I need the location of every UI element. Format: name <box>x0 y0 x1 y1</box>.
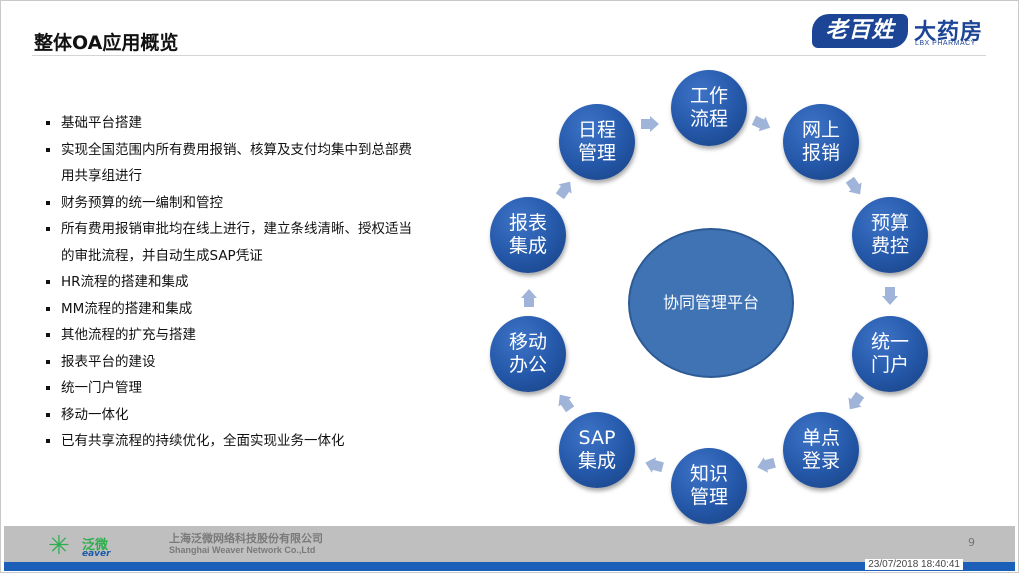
node-label: 统一 门户 <box>870 331 909 376</box>
footer-accent-bar <box>4 562 1015 571</box>
node-report-integration: 报表 集成 <box>490 197 566 273</box>
node-work-flow: 工作 流程 <box>671 70 747 146</box>
weaver-logo-en: eaver <box>82 549 111 559</box>
node-single-signon: 单点 登录 <box>783 412 859 488</box>
node-label: 知识 管理 <box>689 463 728 508</box>
node-label: 工作 流程 <box>689 85 728 130</box>
node-budget-control: 预算 费控 <box>852 197 928 273</box>
node-label: 移动 办公 <box>508 331 547 376</box>
page-number: 9 <box>968 536 975 549</box>
flow-arrow-icon <box>553 390 576 414</box>
flow-arrow-icon <box>843 390 866 414</box>
flow-arrow-icon <box>882 287 898 305</box>
node-label: 网上 报销 <box>801 119 840 164</box>
flow-arrow-icon <box>641 116 659 132</box>
node-online-reimburse: 网上 报销 <box>783 104 859 180</box>
node-label: 日程 管理 <box>577 119 616 164</box>
node-unified-portal: 统一 门户 <box>852 316 928 392</box>
timestamp: 23/07/2018 18:40:41 <box>865 559 963 570</box>
node-label: 报表 集成 <box>508 212 547 257</box>
node-schedule-mgmt: 日程 管理 <box>559 104 635 180</box>
node-label: 预算 费控 <box>870 212 909 257</box>
slide-footer: ✳ 泛微 eaver 上海泛微网络科技股份有限公司 Shanghai Weave… <box>4 526 1015 562</box>
company-name-cn: 上海泛微网络科技股份有限公司 <box>169 532 323 545</box>
flow-arrow-icon <box>843 175 866 199</box>
company-name-en: Shanghai Weaver Network Co.,Ltd <box>169 545 316 555</box>
node-label: SAP 集成 <box>577 427 616 472</box>
weaver-logo: ✳ 泛微 eaver <box>48 532 128 560</box>
center-label: 协同管理平台 <box>662 293 759 312</box>
flow-arrow-icon <box>750 113 773 135</box>
flow-arrow-icon <box>643 455 665 475</box>
node-sap-integration: SAP 集成 <box>559 412 635 488</box>
center-circle: 协同管理平台 <box>628 228 794 378</box>
weaver-star-icon: ✳ <box>48 531 70 561</box>
collaboration-platform-diagram: 协同管理平台 工作 流程 网上 报销 预算 费控 统一 门户 单点 登录 知识 … <box>0 0 1019 573</box>
node-label: 单点 登录 <box>801 427 840 472</box>
node-mobile-office: 移动 办公 <box>490 316 566 392</box>
flow-arrow-icon <box>755 455 777 475</box>
flow-arrow-icon <box>553 177 576 201</box>
flow-arrow-icon <box>521 289 537 307</box>
node-knowledge-mgmt: 知识 管理 <box>671 448 747 524</box>
